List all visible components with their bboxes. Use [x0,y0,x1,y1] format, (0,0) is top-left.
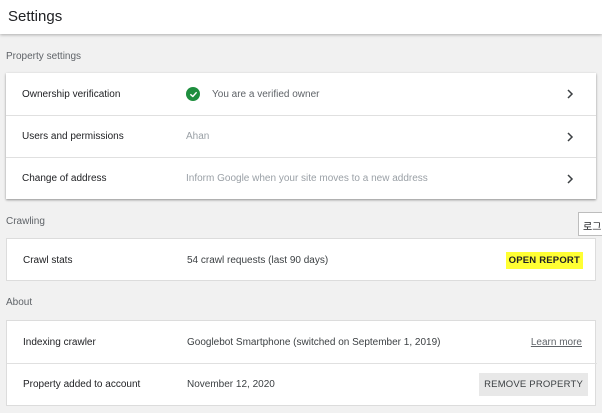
row-value: Inform Google when your site moves to a … [186,173,428,184]
page-title: Settings [8,8,63,25]
section-label-about: About [6,297,33,308]
row-ownership-verification[interactable]: Ownership verification You are a verifie… [6,73,596,115]
row-label: Users and permissions [22,131,124,142]
open-report-button[interactable]: OPEN REPORT [505,251,583,269]
row-label: Ownership verification [22,88,121,100]
chevron-right-icon[interactable] [564,88,576,100]
crawling-card: Crawl stats 54 crawl requests (last 90 d… [6,238,596,281]
section-label-crawling: Crawling [6,216,45,227]
tooltip: 로그 [578,212,602,236]
row-label: Crawl stats [23,254,73,266]
row-label: Change of address [22,173,107,184]
remove-property-button[interactable]: REMOVE PROPERTY [479,373,588,396]
row-label: Indexing crawler [23,336,96,348]
row-value: 54 crawl requests (last 90 days) [187,254,329,266]
app-header: Settings [0,0,602,34]
row-users-and-permissions[interactable]: Users and permissions Ahan [6,115,596,157]
row-property-added: Property added to account November 12, 2… [7,363,597,405]
row-value: You are a verified owner [186,87,319,101]
chevron-right-icon[interactable] [564,131,576,143]
row-value: November 12, 2020 [187,379,275,390]
learn-more-link[interactable]: Learn more [531,337,582,348]
row-label: Property added to account [23,379,141,390]
about-card: Indexing crawler Googlebot Smartphone (s… [6,320,597,406]
row-crawl-stats: Crawl stats 54 crawl requests (last 90 d… [7,239,597,281]
row-value: Googlebot Smartphone (switched on Septem… [187,336,441,348]
verified-owner-text: You are a verified owner [212,88,320,100]
row-change-of-address[interactable]: Change of address Inform Google when you… [6,157,596,199]
chevron-right-icon[interactable] [564,173,576,185]
row-value: Ahan [186,131,210,142]
property-settings-card: Ownership verification You are a verifie… [6,73,596,199]
row-indexing-crawler: Indexing crawler Googlebot Smartphone (s… [7,321,597,363]
section-label-property-settings: Property settings [6,51,82,62]
check-circle-icon [186,87,200,101]
